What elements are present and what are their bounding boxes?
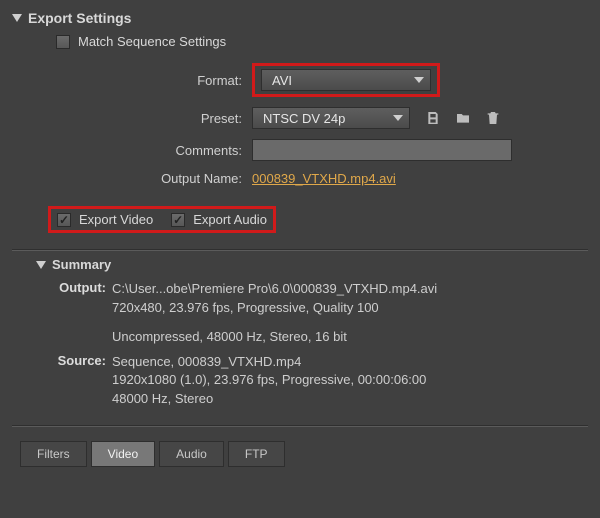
format-row: Format: AVI xyxy=(12,63,588,97)
match-sequence-label: Match Sequence Settings xyxy=(78,34,226,49)
format-value: AVI xyxy=(272,73,292,88)
export-av-highlight: Export Video Export Audio xyxy=(48,206,276,233)
comments-input[interactable] xyxy=(252,139,512,161)
output-name-link[interactable]: 000839_VTXHD.mp4.avi xyxy=(252,171,396,186)
export-video-label: Export Video xyxy=(79,212,153,227)
tab-audio[interactable]: Audio xyxy=(159,441,224,467)
summary-source-line3: 48000 Hz, Stereo xyxy=(112,390,588,409)
match-sequence-row[interactable]: Match Sequence Settings xyxy=(56,34,588,49)
match-sequence-checkbox[interactable] xyxy=(56,35,70,49)
save-preset-icon[interactable] xyxy=(424,110,442,126)
import-preset-icon[interactable] xyxy=(454,110,472,126)
export-video-group[interactable]: Export Video xyxy=(57,212,153,227)
preset-value: NTSC DV 24p xyxy=(263,111,345,126)
format-highlight: AVI xyxy=(252,63,440,97)
divider xyxy=(12,249,588,251)
summary-source-line1: Sequence, 000839_VTXHD.mp4 xyxy=(112,353,588,372)
export-settings-header[interactable]: Export Settings xyxy=(12,10,588,26)
tab-filters[interactable]: Filters xyxy=(20,441,87,467)
comments-row: Comments: xyxy=(12,139,588,161)
collapse-icon xyxy=(36,261,46,269)
preset-icon-group xyxy=(424,110,502,126)
export-audio-checkbox[interactable] xyxy=(171,213,185,227)
summary-output-line1: C:\User...obe\Premiere Pro\6.0\000839_VT… xyxy=(112,280,588,299)
export-video-checkbox[interactable] xyxy=(57,213,71,227)
output-name-row: Output Name: 000839_VTXHD.mp4.avi xyxy=(12,171,588,186)
summary-source-line2: 1920x1080 (1.0), 23.976 fps, Progressive… xyxy=(112,371,588,390)
delete-preset-icon[interactable] xyxy=(484,110,502,126)
summary-output-line3: Uncompressed, 48000 Hz, Stereo, 16 bit xyxy=(112,328,588,347)
preset-dropdown[interactable]: NTSC DV 24p xyxy=(252,107,410,129)
chevron-down-icon xyxy=(393,115,403,121)
comments-label: Comments: xyxy=(12,143,252,158)
divider xyxy=(12,425,588,427)
summary-title: Summary xyxy=(52,257,111,272)
summary-source-row: Source: Sequence, 000839_VTXHD.mp4 1920x… xyxy=(48,353,588,410)
tabs: Filters Video Audio FTP xyxy=(20,441,588,467)
tab-ftp[interactable]: FTP xyxy=(228,441,285,467)
summary-body: Output: C:\User...obe\Premiere Pro\6.0\0… xyxy=(48,280,588,409)
output-name-label: Output Name: xyxy=(12,171,252,186)
collapse-icon xyxy=(12,14,22,22)
export-settings-title: Export Settings xyxy=(28,10,131,26)
tab-video[interactable]: Video xyxy=(91,441,155,467)
summary-output-value: C:\User...obe\Premiere Pro\6.0\000839_VT… xyxy=(112,280,588,347)
format-label: Format: xyxy=(12,73,252,88)
format-dropdown[interactable]: AVI xyxy=(261,69,431,91)
summary-output-row: Output: C:\User...obe\Premiere Pro\6.0\0… xyxy=(48,280,588,347)
summary-output-key: Output: xyxy=(48,280,112,347)
summary-source-key: Source: xyxy=(48,353,112,410)
export-audio-label: Export Audio xyxy=(193,212,267,227)
preset-label: Preset: xyxy=(12,111,252,126)
preset-row: Preset: NTSC DV 24p xyxy=(12,107,588,129)
chevron-down-icon xyxy=(414,77,424,83)
summary-source-value: Sequence, 000839_VTXHD.mp4 1920x1080 (1.… xyxy=(112,353,588,410)
export-audio-group[interactable]: Export Audio xyxy=(171,212,267,227)
export-settings-panel: Export Settings Match Sequence Settings … xyxy=(0,0,600,467)
summary-output-line2: 720x480, 23.976 fps, Progressive, Qualit… xyxy=(112,299,588,318)
summary-header[interactable]: Summary xyxy=(36,257,588,272)
